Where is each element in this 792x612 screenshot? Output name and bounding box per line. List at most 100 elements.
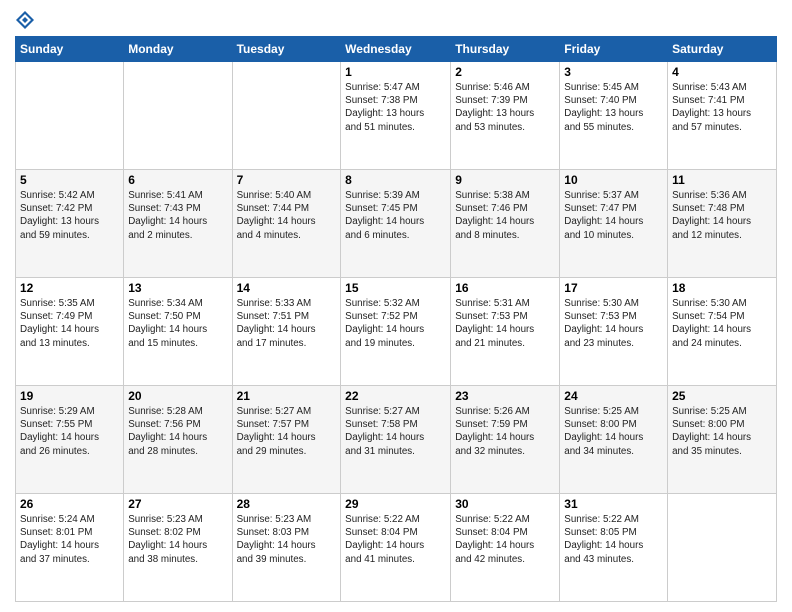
day-number: 5 bbox=[20, 173, 119, 187]
day-number: 29 bbox=[345, 497, 446, 511]
day-number: 22 bbox=[345, 389, 446, 403]
week-row-2: 12 Sunrise: 5:35 AM Sunset: 7:49 PM Dayli… bbox=[16, 278, 777, 386]
week-row-3: 19 Sunrise: 5:29 AM Sunset: 7:55 PM Dayli… bbox=[16, 386, 777, 494]
day-info: Sunrise: 5:30 AM Sunset: 7:53 PM Dayligh… bbox=[564, 297, 663, 350]
day-number: 13 bbox=[128, 281, 227, 295]
day-number: 30 bbox=[455, 497, 555, 511]
day-number: 23 bbox=[455, 389, 555, 403]
header-thursday: Thursday bbox=[451, 37, 560, 62]
day-number: 19 bbox=[20, 389, 119, 403]
day-info: Sunrise: 5:38 AM Sunset: 7:46 PM Dayligh… bbox=[455, 189, 555, 242]
calendar-table: SundayMondayTuesdayWednesdayThursdayFrid… bbox=[15, 36, 777, 602]
calendar-cell: 28Sunrise: 5:23 AM Sunset: 8:03 PM Dayli… bbox=[232, 494, 341, 602]
calendar-cell: 8Sunrise: 5:39 AM Sunset: 7:45 PM Daylig… bbox=[341, 170, 451, 278]
day-number: 10 bbox=[564, 173, 663, 187]
page: SundayMondayTuesdayWednesdayThursdayFrid… bbox=[0, 0, 792, 612]
calendar-cell: 26Sunrise: 5:24 AM Sunset: 8:01 PM Dayli… bbox=[16, 494, 124, 602]
day-info: Sunrise: 5:47 AM Sunset: 7:38 PM Dayligh… bbox=[345, 81, 446, 134]
day-number: 20 bbox=[128, 389, 227, 403]
day-number: 17 bbox=[564, 281, 663, 295]
header-monday: Monday bbox=[124, 37, 232, 62]
day-info: Sunrise: 5:31 AM Sunset: 7:53 PM Dayligh… bbox=[455, 297, 555, 350]
day-number: 27 bbox=[128, 497, 227, 511]
day-info: Sunrise: 5:36 AM Sunset: 7:48 PM Dayligh… bbox=[672, 189, 772, 242]
day-number: 6 bbox=[128, 173, 227, 187]
day-info: Sunrise: 5:23 AM Sunset: 8:02 PM Dayligh… bbox=[128, 513, 227, 566]
day-number: 9 bbox=[455, 173, 555, 187]
calendar-cell bbox=[16, 62, 124, 170]
calendar-cell: 22 Sunrise: 5:27 AM Sunset: 7:58 PM Dayli… bbox=[341, 386, 451, 494]
calendar-cell: 27 Sunrise: 5:23 AM Sunset: 8:02 PM Dayli… bbox=[124, 494, 232, 602]
calendar-cell: 30 Sunrise: 5:22 AM Sunset: 8:04 PM Dayli… bbox=[451, 494, 560, 602]
header-tuesday: Tuesday bbox=[232, 37, 341, 62]
calendar-cell: 23 Sunrise: 5:26 AM Sunset: 7:59 PM Dayli… bbox=[451, 386, 560, 494]
calendar-cell: 5 Sunrise: 5:42 AM Sunset: 7:42 PM Daylig… bbox=[16, 170, 124, 278]
header-saturday: Saturday bbox=[668, 37, 777, 62]
day-info: Sunrise: 5:22 AM Sunset: 8:05 PM Dayligh… bbox=[564, 513, 663, 566]
day-info: Sunrise: 5:28 AM Sunset: 7:56 PM Dayligh… bbox=[128, 405, 227, 458]
day-number: 1 bbox=[345, 65, 446, 79]
day-info: Sunrise: 5:42 AM Sunset: 7:42 PM Dayligh… bbox=[20, 189, 119, 242]
calendar-cell: 13Sunrise: 5:34 AM Sunset: 7:50 PM Dayli… bbox=[124, 278, 232, 386]
week-row-0: 1 Sunrise: 5:47 AM Sunset: 7:38 PM Daylig… bbox=[16, 62, 777, 170]
day-number: 15 bbox=[345, 281, 446, 295]
day-info: Sunrise: 5:22 AM Sunset: 8:04 PM Dayligh… bbox=[345, 513, 446, 566]
calendar-cell bbox=[668, 494, 777, 602]
calendar-cell: 3 Sunrise: 5:45 AM Sunset: 7:40 PM Daylig… bbox=[560, 62, 668, 170]
day-info: Sunrise: 5:25 AM Sunset: 8:00 PM Dayligh… bbox=[564, 405, 663, 458]
day-number: 21 bbox=[237, 389, 337, 403]
day-number: 2 bbox=[455, 65, 555, 79]
calendar-cell: 1 Sunrise: 5:47 AM Sunset: 7:38 PM Daylig… bbox=[341, 62, 451, 170]
calendar-cell: 19 Sunrise: 5:29 AM Sunset: 7:55 PM Dayli… bbox=[16, 386, 124, 494]
calendar-cell: 29 Sunrise: 5:22 AM Sunset: 8:04 PM Dayli… bbox=[341, 494, 451, 602]
header-wednesday: Wednesday bbox=[341, 37, 451, 62]
day-number: 25 bbox=[672, 389, 772, 403]
calendar-cell: 31 Sunrise: 5:22 AM Sunset: 8:05 PM Dayli… bbox=[560, 494, 668, 602]
day-number: 28 bbox=[237, 497, 337, 511]
calendar-cell: 20 Sunrise: 5:28 AM Sunset: 7:56 PM Dayli… bbox=[124, 386, 232, 494]
header-sunday: Sunday bbox=[16, 37, 124, 62]
day-info: Sunrise: 5:39 AM Sunset: 7:45 PM Dayligh… bbox=[345, 189, 446, 242]
day-info: Sunrise: 5:27 AM Sunset: 7:57 PM Dayligh… bbox=[237, 405, 337, 458]
header-row: SundayMondayTuesdayWednesdayThursdayFrid… bbox=[16, 37, 777, 62]
week-row-4: 26Sunrise: 5:24 AM Sunset: 8:01 PM Dayli… bbox=[16, 494, 777, 602]
week-row-1: 5 Sunrise: 5:42 AM Sunset: 7:42 PM Daylig… bbox=[16, 170, 777, 278]
day-number: 4 bbox=[672, 65, 772, 79]
day-info: Sunrise: 5:33 AM Sunset: 7:51 PM Dayligh… bbox=[237, 297, 337, 350]
day-number: 7 bbox=[237, 173, 337, 187]
day-number: 14 bbox=[237, 281, 337, 295]
day-info: Sunrise: 5:30 AM Sunset: 7:54 PM Dayligh… bbox=[672, 297, 772, 350]
calendar-cell: 4Sunrise: 5:43 AM Sunset: 7:41 PM Daylig… bbox=[668, 62, 777, 170]
logo bbox=[15, 10, 39, 30]
day-info: Sunrise: 5:24 AM Sunset: 8:01 PM Dayligh… bbox=[20, 513, 119, 566]
day-number: 24 bbox=[564, 389, 663, 403]
calendar-cell: 25Sunrise: 5:25 AM Sunset: 8:00 PM Dayli… bbox=[668, 386, 777, 494]
day-number: 16 bbox=[455, 281, 555, 295]
calendar-cell: 16 Sunrise: 5:31 AM Sunset: 7:53 PM Dayli… bbox=[451, 278, 560, 386]
calendar-cell bbox=[232, 62, 341, 170]
calendar-cell: 12 Sunrise: 5:35 AM Sunset: 7:49 PM Dayli… bbox=[16, 278, 124, 386]
day-number: 12 bbox=[20, 281, 119, 295]
calendar-cell: 24 Sunrise: 5:25 AM Sunset: 8:00 PM Dayli… bbox=[560, 386, 668, 494]
calendar-cell: 17 Sunrise: 5:30 AM Sunset: 7:53 PM Dayli… bbox=[560, 278, 668, 386]
header-friday: Friday bbox=[560, 37, 668, 62]
day-number: 11 bbox=[672, 173, 772, 187]
day-info: Sunrise: 5:45 AM Sunset: 7:40 PM Dayligh… bbox=[564, 81, 663, 134]
day-number: 31 bbox=[564, 497, 663, 511]
calendar-cell: 11 Sunrise: 5:36 AM Sunset: 7:48 PM Dayli… bbox=[668, 170, 777, 278]
day-info: Sunrise: 5:26 AM Sunset: 7:59 PM Dayligh… bbox=[455, 405, 555, 458]
day-number: 18 bbox=[672, 281, 772, 295]
calendar-cell: 6 Sunrise: 5:41 AM Sunset: 7:43 PM Daylig… bbox=[124, 170, 232, 278]
day-info: Sunrise: 5:29 AM Sunset: 7:55 PM Dayligh… bbox=[20, 405, 119, 458]
logo-icon bbox=[15, 10, 35, 30]
calendar-cell: 7Sunrise: 5:40 AM Sunset: 7:44 PM Daylig… bbox=[232, 170, 341, 278]
calendar-cell: 21 Sunrise: 5:27 AM Sunset: 7:57 PM Dayli… bbox=[232, 386, 341, 494]
day-info: Sunrise: 5:41 AM Sunset: 7:43 PM Dayligh… bbox=[128, 189, 227, 242]
day-info: Sunrise: 5:27 AM Sunset: 7:58 PM Dayligh… bbox=[345, 405, 446, 458]
day-number: 3 bbox=[564, 65, 663, 79]
calendar-cell: 9 Sunrise: 5:38 AM Sunset: 7:46 PM Daylig… bbox=[451, 170, 560, 278]
calendar-cell: 14 Sunrise: 5:33 AM Sunset: 7:51 PM Dayli… bbox=[232, 278, 341, 386]
day-info: Sunrise: 5:22 AM Sunset: 8:04 PM Dayligh… bbox=[455, 513, 555, 566]
calendar-cell: 15Sunrise: 5:32 AM Sunset: 7:52 PM Dayli… bbox=[341, 278, 451, 386]
day-info: Sunrise: 5:35 AM Sunset: 7:49 PM Dayligh… bbox=[20, 297, 119, 350]
